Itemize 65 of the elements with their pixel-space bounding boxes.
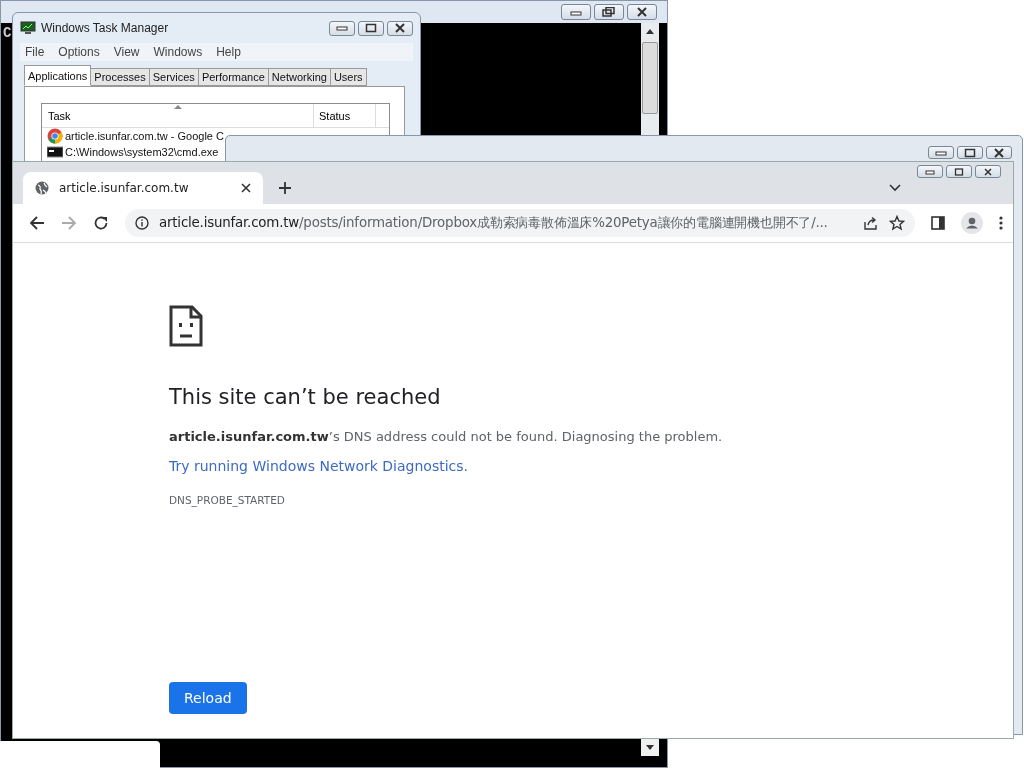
menu-item[interactable]: File: [25, 45, 45, 59]
close-button[interactable]: [387, 20, 413, 36]
maximize-button[interactable]: [358, 20, 384, 36]
maximize-icon: [964, 147, 976, 158]
reload-icon[interactable]: [93, 215, 109, 231]
share-icon[interactable]: [863, 216, 879, 230]
sad-page-icon: [169, 305, 203, 347]
scrollbar-thumb[interactable]: [642, 42, 658, 114]
restore-icon: [602, 7, 616, 17]
reload-button[interactable]: Reload: [169, 682, 247, 714]
scrollbar[interactable]: [641, 23, 659, 135]
close-button[interactable]: [986, 146, 1012, 159]
error-message: article.isunfar.com.tw’s DNS address could not be found. Diagnosing the problem.: [169, 429, 723, 444]
monitor-icon: [20, 21, 36, 35]
profile-icon[interactable]: [961, 212, 983, 234]
window-title: Windows Task Manager: [41, 21, 170, 35]
scroll-up-icon: [646, 29, 654, 34]
close-icon: [394, 23, 406, 33]
browser-tab[interactable]: article.isunfar.com.tw: [23, 172, 263, 204]
close-button[interactable]: [975, 165, 1001, 178]
minimize-icon: [569, 8, 583, 16]
star-icon[interactable]: [889, 215, 905, 231]
tab[interactable]: Processes: [90, 68, 150, 86]
close-icon: [636, 7, 648, 17]
minimize-button[interactable]: [928, 146, 954, 159]
menu-item[interactable]: View: [113, 45, 140, 59]
restore-icon: [954, 167, 964, 176]
menu-icon[interactable]: [999, 216, 1003, 230]
column-header[interactable]: Task: [42, 104, 314, 127]
sort-arrow-icon: [174, 105, 182, 109]
tab[interactable]: Networking: [267, 68, 331, 86]
menu-item[interactable]: Options: [58, 45, 100, 59]
tab[interactable]: Applications: [24, 65, 92, 86]
globe-icon: [35, 181, 49, 195]
menu-item[interactable]: Windows: [153, 45, 203, 59]
close-button[interactable]: [627, 4, 657, 20]
close-icon[interactable]: [241, 183, 251, 193]
back-icon[interactable]: [29, 215, 45, 231]
minimize-icon: [935, 148, 947, 157]
restore-button[interactable]: [594, 4, 624, 20]
close-icon: [983, 167, 993, 176]
column-header[interactable]: Status: [314, 104, 376, 127]
task-name[interactable]: article.isunfar.com.tw - Google C: [65, 130, 224, 142]
side-panel-icon[interactable]: [931, 216, 945, 230]
error-code: DNS_PROBE_STARTED: [169, 494, 285, 506]
close-icon: [993, 147, 1005, 158]
maximize-button[interactable]: [957, 146, 983, 159]
diagnostics-link[interactable]: Try running Windows Network Diagnostics.: [169, 458, 468, 474]
browser-logo-icon: [47, 128, 63, 144]
error-heading: This site can’t be reached: [169, 385, 441, 409]
chevron-down-icon[interactable]: [889, 184, 901, 192]
new-tab-icon[interactable]: [279, 182, 291, 194]
console-icon: [47, 146, 63, 158]
task-name[interactable]: C:\Windows\system32\cmd.exe: [65, 146, 219, 158]
url-text[interactable]: article.isunfar.com.tw/posts/information/Dropbox成勒索病毒散佈溫床%20Petya讓你的電腦連開機也開不了/...: [159, 214, 853, 232]
tab[interactable]: Performance: [197, 68, 269, 86]
tab[interactable]: Services: [148, 68, 199, 86]
menu-item[interactable]: Help: [216, 45, 241, 59]
info-icon[interactable]: [135, 216, 149, 230]
minimize-icon: [925, 168, 935, 175]
tab[interactable]: Users: [329, 68, 367, 86]
console-text: C: [3, 25, 12, 41]
restore-button[interactable]: [946, 165, 972, 178]
address-bar[interactable]: article.isunfar.com.tw/posts/information/Dropbox成勒索病毒散佈溫床%20Petya讓你的電腦連開機也開不了/...: [125, 209, 915, 237]
maximize-icon: [365, 23, 377, 33]
